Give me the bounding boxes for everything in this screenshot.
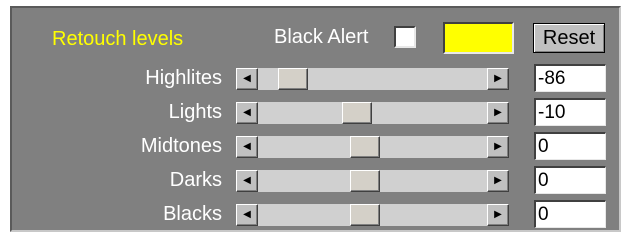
retouch-levels-panel: Retouch levels Black Alert Reset Highlit… [10,6,621,232]
slider-label: Lights [168,101,222,123]
slider-track[interactable]: ◀ ▶ [236,170,509,192]
slider-row-highlites: Highlites ◀ ▶ [12,64,619,92]
track[interactable] [258,170,487,192]
slider-track[interactable]: ◀ ▶ [236,136,509,158]
arrow-right-icon[interactable]: ▶ [487,102,509,124]
value-field[interactable] [534,98,606,126]
value-field[interactable] [534,200,606,228]
arrow-left-icon[interactable]: ◀ [236,204,258,226]
value-field[interactable] [534,132,606,160]
slider-label: Midtones [140,135,222,157]
black-alert-label: Black Alert [274,26,369,48]
slider-row-lights: Lights ◀ ▶ [12,98,619,126]
slider-row-midtones: Midtones ◀ ▶ [12,132,619,160]
slider-thumb[interactable] [277,68,308,90]
slider-track[interactable]: ◀ ▶ [236,68,509,90]
track[interactable] [258,136,487,158]
slider-thumb[interactable] [349,136,380,158]
arrow-right-icon[interactable]: ▶ [487,170,509,192]
slider-label: Darks [169,169,222,191]
slider-row-blacks: Blacks ◀ ▶ [12,200,619,228]
arrow-right-icon[interactable]: ▶ [487,68,509,90]
arrow-left-icon[interactable]: ◀ [236,102,258,124]
arrow-left-icon[interactable]: ◀ [236,170,258,192]
slider-label: Blacks [163,203,222,225]
arrow-left-icon[interactable]: ◀ [236,136,258,158]
black-alert-checkbox[interactable] [394,26,416,48]
slider-thumb[interactable] [341,102,372,124]
track[interactable] [258,68,487,90]
slider-track[interactable]: ◀ ▶ [236,102,509,124]
value-field[interactable] [534,64,606,92]
value-field[interactable] [534,166,606,194]
arrow-left-icon[interactable]: ◀ [236,68,258,90]
slider-track[interactable]: ◀ ▶ [236,204,509,226]
slider-label: Highlites [145,67,222,89]
arrow-right-icon[interactable]: ▶ [487,136,509,158]
panel-title: Retouch levels [52,28,184,50]
slider-thumb[interactable] [349,170,380,192]
slider-thumb[interactable] [349,204,380,226]
track[interactable] [258,204,487,226]
color-swatch[interactable] [443,22,514,54]
slider-row-darks: Darks ◀ ▶ [12,166,619,194]
arrow-right-icon[interactable]: ▶ [487,204,509,226]
reset-button[interactable]: Reset [533,23,605,53]
track[interactable] [258,102,487,124]
